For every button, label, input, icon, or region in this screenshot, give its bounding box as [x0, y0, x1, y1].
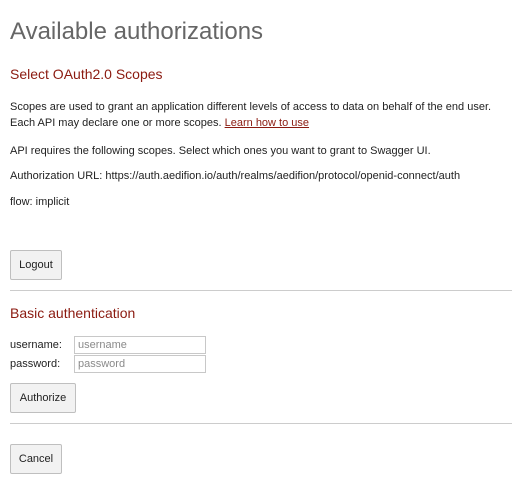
cancel-button[interactable]: Cancel	[10, 444, 62, 474]
password-input[interactable]	[74, 355, 206, 373]
scopes-description: Scopes are used to grant an application …	[10, 99, 510, 131]
authorize-button[interactable]: Authorize	[10, 383, 76, 413]
logout-button[interactable]: Logout	[10, 250, 62, 280]
footer-divider	[10, 423, 512, 424]
requires-scopes-text: API requires the following scopes. Selec…	[10, 145, 431, 157]
authorization-url-text: Authorization URL: https://auth.aedifion…	[10, 170, 461, 182]
flow-text: flow: implicit	[10, 196, 70, 208]
learn-how-link[interactable]: Learn how to use	[225, 117, 309, 129]
username-input[interactable]	[74, 336, 206, 354]
password-row: password:	[10, 355, 206, 373]
username-label: username:	[10, 339, 62, 351]
basic-auth-heading: Basic authentication	[10, 305, 136, 321]
oauth-heading: Select OAuth2.0 Scopes	[10, 66, 163, 82]
username-row: username:	[10, 336, 206, 354]
section-divider	[10, 290, 512, 291]
dialog-title: Available authorizations	[10, 18, 264, 45]
password-label: password:	[10, 358, 61, 370]
